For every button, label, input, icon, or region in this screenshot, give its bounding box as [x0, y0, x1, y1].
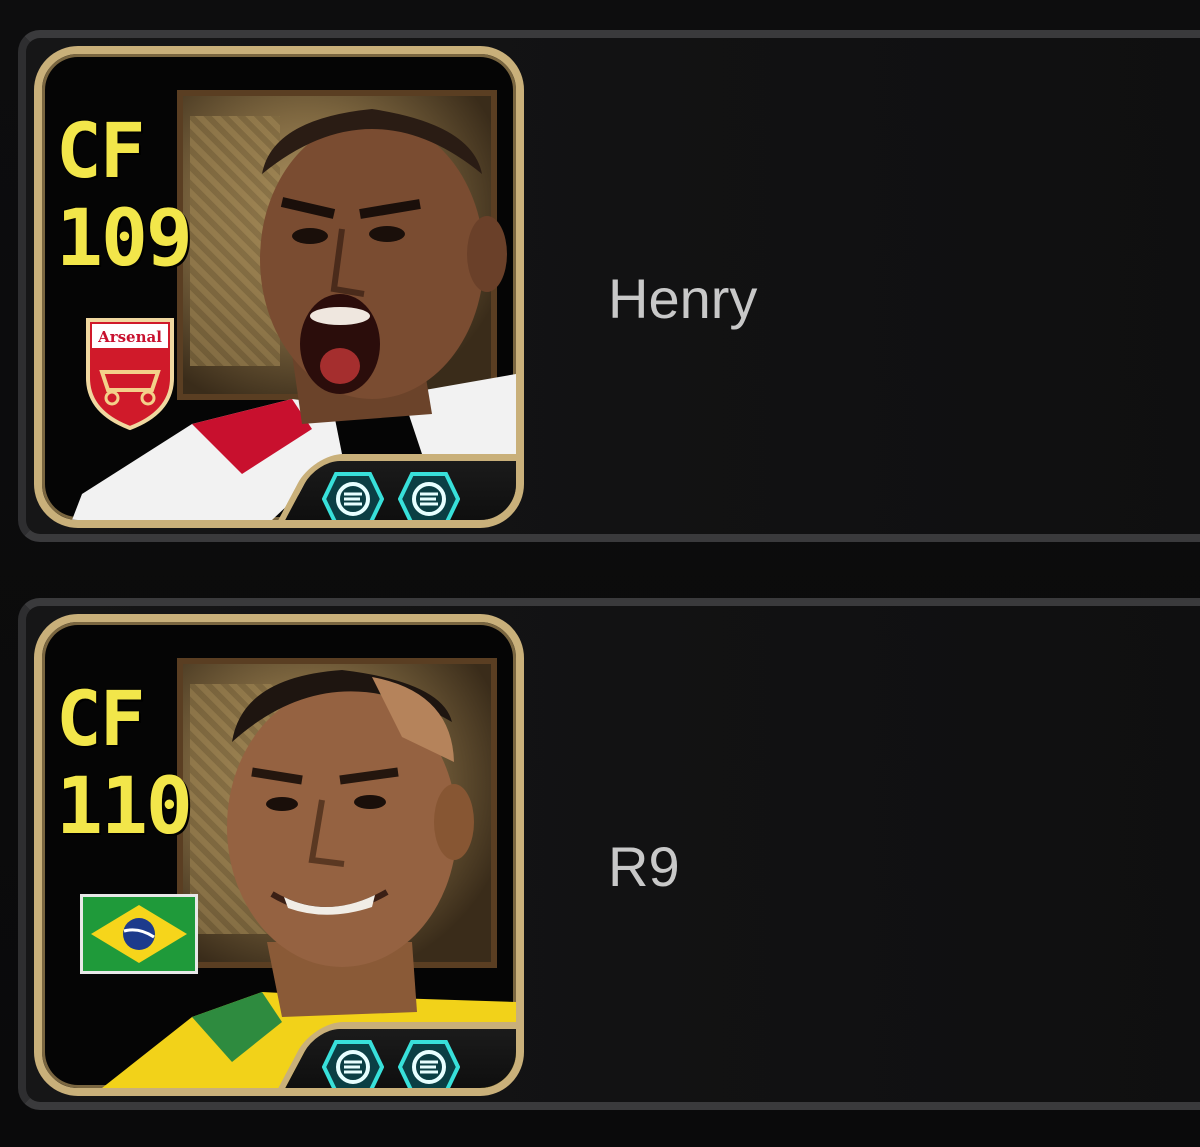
svg-text:Arsenal: Arsenal	[97, 328, 162, 346]
player-name: Henry	[608, 267, 758, 330]
player-card[interactable]: CF 109 Arsenal	[34, 46, 524, 528]
player-row[interactable]: CF 109 Arsenal Henry	[18, 30, 1200, 542]
player-list: CF 109 Arsenal Henry CF 110 R9	[0, 0, 1200, 1147]
player-rating: 110	[56, 762, 193, 852]
player-position: CF	[56, 106, 146, 195]
player-row[interactable]: CF 110 R9	[18, 598, 1200, 1110]
skill-e-icon[interactable]	[398, 472, 460, 526]
player-rating: 109	[56, 194, 193, 284]
brazil-flag-icon	[80, 894, 198, 974]
skill-e-icon[interactable]	[322, 1040, 384, 1094]
player-position: CF	[56, 674, 146, 763]
player-name: R9	[608, 835, 680, 898]
player-card[interactable]: CF 110	[34, 614, 524, 1096]
skill-e-icon[interactable]	[322, 472, 384, 526]
club-crest-icon: Arsenal	[86, 318, 174, 431]
skill-e-icon[interactable]	[398, 1040, 460, 1094]
